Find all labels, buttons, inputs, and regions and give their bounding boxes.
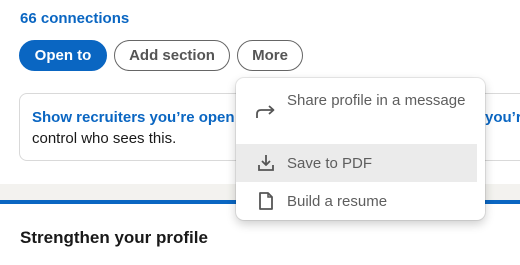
menu-item-build-resume[interactable]: Build a resume [236, 182, 485, 220]
document-icon [254, 189, 278, 213]
download-icon [254, 151, 278, 175]
menu-item-label: Share profile in a message [287, 92, 466, 109]
menu-item-label: Build a resume [287, 192, 388, 210]
more-button[interactable]: More [237, 40, 303, 71]
card-title-tail[interactable]: you’r [485, 109, 520, 126]
connections-link[interactable]: 66 connections [20, 10, 129, 27]
menu-item-label: Save to PDF [287, 154, 373, 172]
section-title: Strengthen your profile [20, 228, 208, 247]
share-arrow-icon [254, 100, 278, 124]
card-body-text: control who sees this. [32, 130, 177, 147]
card-title-link[interactable]: Show recruiters you’re open [32, 109, 235, 126]
open-to-button[interactable]: Open to [19, 40, 107, 71]
menu-item-share-profile[interactable]: Share profile in a message [236, 86, 485, 144]
add-section-button[interactable]: Add section [114, 40, 230, 71]
more-dropdown-menu: Share profile in a message Save to PDF B… [236, 78, 485, 220]
menu-item-save-pdf[interactable]: Save to PDF [236, 144, 477, 182]
